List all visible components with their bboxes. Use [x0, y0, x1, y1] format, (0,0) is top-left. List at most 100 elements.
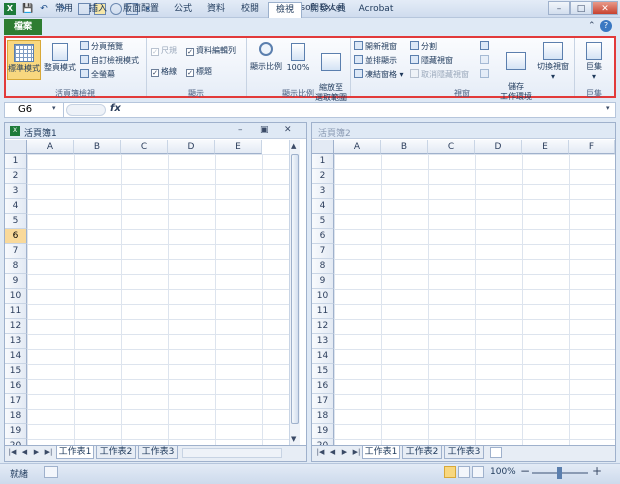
sheet-tab-1[interactable]: 工作表1 — [362, 446, 400, 459]
tab-page-layout[interactable]: 版面配置 — [116, 2, 166, 18]
macro-record-icon[interactable] — [44, 466, 58, 478]
column-header[interactable]: F — [569, 140, 615, 154]
zoom-to-selection-button[interactable]: 縮放至 選取範圍 — [313, 40, 349, 102]
prev-sheet-icon[interactable]: ◀ — [20, 447, 29, 458]
switch-windows-button[interactable]: 切換視窗 ▾ — [535, 40, 571, 86]
row-header[interactable]: 1 — [312, 154, 334, 169]
row-header[interactable]: 4 — [312, 199, 334, 214]
insert-sheet-icon[interactable] — [490, 447, 502, 458]
page-break-preview-button[interactable]: 分頁預覽 — [80, 41, 123, 52]
formula-input[interactable] — [124, 103, 604, 117]
ruler-checkbox[interactable]: ✓ 尺規 — [151, 45, 177, 56]
page-layout-view-button[interactable]: 整頁模式 — [43, 40, 77, 80]
column-header[interactable]: A — [334, 140, 381, 154]
tab-developer[interactable]: 開發人員 — [304, 2, 352, 18]
row-header[interactable]: 8 — [5, 259, 27, 274]
row-header[interactable]: 14 — [5, 349, 27, 364]
select-all-corner-2[interactable] — [312, 140, 334, 154]
column-header[interactable]: A — [27, 140, 74, 154]
row-header[interactable]: 7 — [312, 244, 334, 259]
row-header[interactable]: 15 — [312, 364, 334, 379]
last-sheet-icon[interactable]: ▶| — [352, 447, 361, 458]
row-header[interactable]: 13 — [5, 334, 27, 349]
column-header[interactable]: D — [168, 140, 215, 154]
maximize-button[interactable]: □ — [570, 1, 592, 15]
expand-formula-icon[interactable]: ▾ — [606, 104, 610, 112]
row-header[interactable]: 19 — [5, 424, 27, 439]
sheet-tab-2[interactable]: 工作表2 — [402, 446, 442, 459]
column-header[interactable]: B — [74, 140, 121, 154]
freeze-panes-button[interactable]: 凍結窗格 ▾ — [354, 69, 404, 80]
row-header[interactable]: 7 — [5, 244, 27, 259]
page-break-status-icon[interactable] — [472, 466, 484, 478]
worksheet-grid-1[interactable] — [27, 154, 289, 445]
scroll-down-icon[interactable]: ▼ — [291, 435, 296, 443]
select-all-corner[interactable] — [5, 140, 27, 154]
page-layout-status-icon[interactable] — [458, 466, 470, 478]
vertical-scroll-thumb[interactable] — [291, 154, 299, 424]
workbook-close-button[interactable]: ✕ — [284, 125, 292, 135]
sheet-tab-1[interactable]: 工作表1 — [56, 446, 94, 459]
tab-formulas[interactable]: 公式 — [168, 2, 198, 18]
normal-view-button[interactable]: 標準模式 — [7, 40, 41, 80]
row-header[interactable]: 10 — [5, 289, 27, 304]
row-header[interactable]: 5 — [5, 214, 27, 229]
tab-view[interactable]: 檢視 — [268, 2, 302, 18]
worksheet-grid-2[interactable] — [334, 154, 615, 445]
column-header[interactable]: C — [121, 140, 168, 154]
sheet-tab-3[interactable]: 工作表3 — [444, 446, 484, 459]
horizontal-scrollbar[interactable] — [182, 448, 282, 458]
minimize-ribbon-icon[interactable]: ⌃ — [588, 21, 596, 31]
row-header[interactable]: 12 — [312, 319, 334, 334]
save-workspace-button[interactable]: 儲存 工作環境 — [498, 40, 534, 101]
gridlines-checkbox[interactable]: ✓ 格線 — [151, 66, 177, 77]
row-header[interactable]: 6 — [312, 229, 334, 244]
column-header[interactable]: E — [522, 140, 569, 154]
macros-button[interactable]: 巨集 ▾ — [577, 40, 611, 86]
sheet-tab-2[interactable]: 工作表2 — [96, 446, 136, 459]
row-header[interactable]: 17 — [5, 394, 27, 409]
row-header[interactable]: 12 — [5, 319, 27, 334]
row-header[interactable]: 16 — [5, 379, 27, 394]
row-header[interactable]: 14 — [312, 349, 334, 364]
hide-window-button[interactable]: 隱藏視窗 — [410, 55, 453, 66]
zoom-out-button[interactable]: − — [520, 464, 530, 478]
view-side-by-side-button[interactable] — [480, 41, 491, 52]
reset-position-button[interactable] — [480, 69, 491, 80]
help-icon[interactable]: ? — [600, 20, 612, 32]
prev-sheet-icon[interactable]: ◀ — [328, 447, 337, 458]
row-header[interactable]: 18 — [5, 409, 27, 424]
row-header[interactable]: 19 — [312, 424, 334, 439]
scroll-up-icon[interactable]: ▲ — [291, 142, 296, 150]
full-screen-button[interactable]: 全螢幕 — [80, 69, 115, 80]
sync-scroll-button[interactable] — [480, 55, 491, 66]
close-button[interactable]: ✕ — [592, 1, 618, 15]
last-sheet-icon[interactable]: ▶| — [44, 447, 53, 458]
formula-expand-handle[interactable] — [66, 104, 106, 116]
row-header[interactable]: 2 — [5, 169, 27, 184]
row-header[interactable]: 16 — [312, 379, 334, 394]
tab-insert[interactable]: 插入 — [82, 2, 114, 18]
row-header[interactable]: 5 — [312, 214, 334, 229]
split-button[interactable]: 分割 — [410, 41, 437, 52]
insert-function-button[interactable]: fx — [110, 103, 121, 114]
zoom-100-button[interactable]: 100% — [285, 40, 311, 86]
new-window-button[interactable]: 開新視窗 — [354, 41, 397, 52]
tab-file[interactable]: 檔案 — [4, 19, 42, 35]
name-box-dropdown-icon[interactable]: ▾ — [52, 104, 56, 112]
normal-view-status-icon[interactable] — [444, 466, 456, 478]
sheet-tab-3[interactable]: 工作表3 — [138, 446, 178, 459]
next-sheet-icon[interactable]: ▶ — [32, 447, 41, 458]
tab-review[interactable]: 校閱 — [234, 2, 266, 18]
formula-bar-checkbox[interactable]: ✓ 資料編輯列 — [186, 45, 236, 56]
next-sheet-icon[interactable]: ▶ — [340, 447, 349, 458]
zoom-slider-thumb[interactable] — [557, 467, 562, 479]
zoom-in-button[interactable]: + — [592, 464, 602, 478]
row-header[interactable]: 3 — [312, 184, 334, 199]
first-sheet-icon[interactable]: |◀ — [8, 447, 17, 458]
row-header[interactable]: 15 — [5, 364, 27, 379]
column-header[interactable]: C — [428, 140, 475, 154]
custom-views-button[interactable]: 自訂檢視模式 — [80, 55, 139, 66]
row-header[interactable]: 18 — [312, 409, 334, 424]
headings-checkbox[interactable]: ✓ 標題 — [186, 66, 212, 77]
